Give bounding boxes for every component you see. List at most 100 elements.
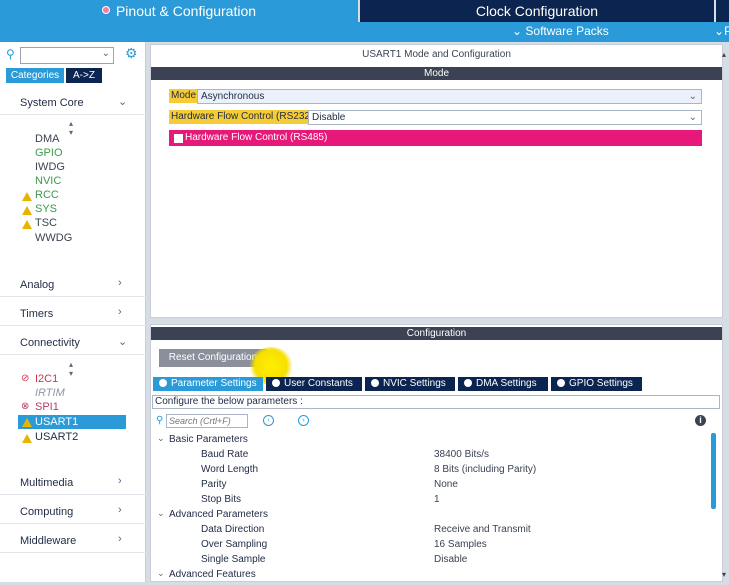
group-computing[interactable]: Computing › bbox=[0, 501, 146, 524]
sidebar-item-iwdg[interactable]: IWDG bbox=[35, 161, 65, 173]
chevron-right-icon: › bbox=[118, 504, 122, 516]
software-packs-label: Software Packs bbox=[525, 24, 609, 38]
chevron-down-icon: ⌄ bbox=[118, 96, 128, 108]
tab-pinout-configuration[interactable]: Pinout & Configuration bbox=[0, 0, 358, 22]
mode-panel: USART1 Mode and Configuration Mode Mode … bbox=[150, 44, 723, 318]
group-label: Middleware bbox=[20, 535, 77, 547]
sidebar-item-usart1-row[interactable]: USART1 bbox=[18, 415, 126, 429]
tab-dma-settings[interactable]: DMA Settings bbox=[458, 377, 548, 391]
chevron-down-icon: ⌄ bbox=[512, 24, 526, 38]
sidebar-item-sys[interactable]: SYS bbox=[35, 203, 57, 215]
rs485-label: Hardware Flow Control (RS485) bbox=[185, 132, 328, 143]
tab-label: Parameter Settings bbox=[171, 378, 257, 389]
scroll-down-icon[interactable]: ▾ bbox=[722, 570, 726, 579]
parameter-search-input[interactable] bbox=[166, 414, 248, 428]
group-label: Analog bbox=[20, 279, 55, 291]
param-stop-bits: Stop Bits bbox=[201, 494, 242, 505]
sidebar-item-gpio[interactable]: GPIO bbox=[35, 147, 63, 159]
category-search-input[interactable]: ⌄ bbox=[20, 47, 114, 64]
sidebar-item-spi1[interactable]: SPI1 bbox=[35, 401, 59, 413]
param-over-sampling: Over Sampling bbox=[201, 539, 268, 550]
chevron-right-icon: › bbox=[118, 306, 122, 318]
a-z-button[interactable]: A->Z bbox=[66, 68, 102, 83]
tab-parameter-settings[interactable]: Parameter Settings bbox=[153, 377, 263, 391]
categories-button[interactable]: Categories bbox=[6, 68, 64, 83]
scroll-up-icon[interactable]: ▴ bbox=[722, 50, 726, 59]
next-icon[interactable]: › bbox=[298, 415, 309, 426]
tab-gpio-settings[interactable]: GPIO Settings bbox=[551, 377, 642, 391]
sidebar-item-usart2[interactable]: USART2 bbox=[35, 431, 78, 443]
tab-pinout-label: Pinout & Configuration bbox=[115, 3, 257, 19]
configuration-header: Configuration bbox=[151, 327, 722, 340]
configure-hint-text: Configure the below parameters : bbox=[155, 396, 303, 407]
param-word-length: Word Length bbox=[201, 464, 259, 475]
mode-select-value: Asynchronous bbox=[201, 91, 265, 102]
search-icon: ⚲ bbox=[156, 415, 164, 426]
param-parity-value[interactable]: None bbox=[434, 479, 458, 490]
param-single-sample-value[interactable]: Disable bbox=[434, 554, 467, 565]
previous-icon[interactable]: ‹ bbox=[263, 415, 274, 426]
mode-panel-title: USART1 Mode and Configuration bbox=[362, 49, 511, 60]
check-icon bbox=[159, 379, 167, 387]
disabled-icon: ⊗ bbox=[21, 401, 30, 412]
info-icon[interactable]: i bbox=[695, 415, 706, 426]
chevron-right-icon: › bbox=[118, 277, 122, 289]
chevron-down-icon: ⌄ bbox=[688, 91, 697, 102]
collapse-icon[interactable]: ⌄ bbox=[157, 433, 165, 444]
group-analog[interactable]: Analog › bbox=[0, 274, 146, 297]
search-icon: ⚲ bbox=[6, 47, 15, 61]
configure-hint: Configure the below parameters : bbox=[152, 395, 720, 409]
gear-icon[interactable]: ⚙ bbox=[125, 45, 138, 62]
sidebar-item-dma[interactable]: DMA bbox=[35, 133, 59, 145]
advanced-parameters-group[interactable]: Advanced Parameters bbox=[169, 509, 268, 520]
group-timers[interactable]: Timers › bbox=[0, 303, 146, 326]
param-single-sample: Single Sample bbox=[201, 554, 266, 565]
tab-user-constants[interactable]: User Constants bbox=[266, 377, 362, 391]
warning-icon bbox=[22, 220, 32, 229]
rs232-select[interactable]: Disable ⌄ bbox=[308, 110, 702, 125]
collapse-icon[interactable]: ⌄ bbox=[157, 508, 165, 519]
mode-select[interactable]: Asynchronous ⌄ bbox=[197, 89, 702, 104]
rs485-checkbox-row[interactable]: Hardware Flow Control (RS485) bbox=[169, 130, 702, 146]
group-middleware[interactable]: Middleware › bbox=[0, 530, 146, 553]
sidebar-item-rcc[interactable]: RCC bbox=[35, 189, 59, 201]
param-word-length-value[interactable]: 8 Bits (including Parity) bbox=[434, 464, 536, 475]
sort-icon[interactable]: ▴ ▾ bbox=[69, 119, 73, 137]
param-baud-rate-value[interactable]: 38400 Bits/s bbox=[434, 449, 489, 460]
error-icon: ⊘ bbox=[21, 373, 30, 384]
check-icon bbox=[464, 379, 472, 387]
collapse-icon[interactable]: ⌄ bbox=[157, 568, 165, 579]
basic-parameters-group[interactable]: Basic Parameters bbox=[169, 434, 248, 445]
category-sidebar: ⚲ ⌄ ⚙ Categories A->Z System Core ⌄ ▴ ▾ D… bbox=[0, 42, 146, 582]
sidebar-item-nvic[interactable]: NVIC bbox=[35, 175, 61, 187]
sidebar-item-wwdg[interactable]: WWDG bbox=[35, 232, 72, 244]
tab-clock-label: Clock Configuration bbox=[475, 3, 599, 19]
param-parity: Parity bbox=[201, 479, 227, 490]
software-packs-menu[interactable]: ⌄ Software Packs bbox=[512, 24, 609, 38]
tab-label: User Constants bbox=[284, 378, 353, 389]
advanced-features-group[interactable]: Advanced Features bbox=[169, 569, 256, 580]
tab-nvic-settings[interactable]: NVIC Settings bbox=[365, 377, 455, 391]
group-connectivity[interactable]: Connectivity ⌄ bbox=[0, 332, 146, 355]
group-multimedia[interactable]: Multimedia › bbox=[0, 472, 146, 495]
chevron-right-icon: › bbox=[118, 533, 122, 545]
param-data-direction-value[interactable]: Receive and Transmit bbox=[434, 524, 531, 535]
rs485-checkbox[interactable] bbox=[174, 134, 183, 143]
sidebar-item-i2c1[interactable]: I2C1 bbox=[35, 373, 58, 385]
pinout-menu-truncated[interactable]: ⌄P bbox=[714, 24, 729, 38]
sidebar-item-irtim[interactable]: IRTIM bbox=[35, 387, 65, 399]
tab-clock-configuration[interactable]: Clock Configuration bbox=[360, 0, 714, 22]
param-over-sampling-value[interactable]: 16 Samples bbox=[434, 539, 487, 550]
rs232-label: Hardware Flow Control (RS232) bbox=[169, 110, 316, 124]
chevron-down-icon[interactable]: ⌄ bbox=[102, 48, 110, 59]
sidebar-item-usart1: USART1 bbox=[35, 416, 79, 428]
pinout-menu-label: P bbox=[724, 24, 729, 38]
chevron-down-icon: ⌄ bbox=[714, 24, 725, 38]
vertical-scrollbar[interactable] bbox=[711, 433, 716, 509]
param-stop-bits-value[interactable]: 1 bbox=[434, 494, 440, 505]
group-system-core[interactable]: System Core ⌄ bbox=[0, 92, 146, 115]
sort-icon[interactable]: ▴ ▾ bbox=[69, 360, 73, 378]
sidebar-item-tsc[interactable]: TSC bbox=[35, 217, 57, 229]
configuration-panel: Configuration Reset Configuration Parame… bbox=[150, 324, 723, 582]
tab-more[interactable] bbox=[716, 0, 729, 22]
